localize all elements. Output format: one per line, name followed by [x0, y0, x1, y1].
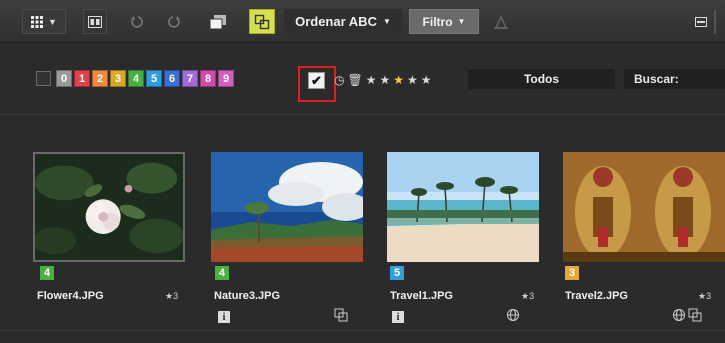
photo-beach	[387, 152, 539, 262]
marker-icon	[494, 14, 508, 29]
sync-button[interactable]	[249, 9, 275, 34]
star-5-icon[interactable]: ★	[421, 73, 432, 87]
label-filter-2[interactable]: 2	[92, 70, 108, 87]
sort-label: Ordenar ABC	[295, 14, 377, 29]
filename: Travel1.JPG	[390, 290, 453, 302]
filename: Travel2.JPG	[565, 290, 628, 302]
sort-dropdown[interactable]: Ordenar ABC ▼	[284, 9, 402, 34]
compare-icon	[88, 15, 102, 28]
star-4-icon[interactable]: ★	[407, 73, 418, 87]
trash-icon[interactable]: 🗑	[347, 73, 362, 87]
main-toolbar: ▼ Ordenar ABC ▼ Filtro ▼	[0, 0, 725, 43]
search-field[interactable]: Buscar:	[624, 69, 725, 89]
label-filter-1[interactable]: 1	[74, 70, 90, 87]
rotate-right-icon	[168, 15, 180, 28]
rotate-left-icon	[131, 15, 143, 28]
compare-button[interactable]	[83, 9, 107, 34]
label-filter-8[interactable]: 8	[200, 70, 216, 87]
color-label-badge: 5	[390, 266, 404, 280]
label-filter-3[interactable]: 3	[110, 70, 126, 87]
rating-value: ★3	[165, 291, 179, 301]
rotate-left-button[interactable]	[126, 9, 148, 34]
chevron-down-icon: ▼	[382, 17, 391, 26]
rotate-right-button[interactable]	[163, 9, 185, 34]
photo-temple	[563, 152, 725, 262]
panel-menu-button[interactable]	[690, 9, 712, 34]
menu-icon	[695, 16, 707, 27]
thumbnail-travel1[interactable]	[387, 152, 539, 262]
edited-icon[interactable]	[688, 308, 702, 322]
star-3-icon[interactable]: ★	[393, 73, 404, 87]
label-filter-9[interactable]: 9	[218, 70, 234, 87]
rating-value: ★3	[698, 291, 712, 301]
photo-flower	[35, 154, 183, 260]
thumbnail-travel2[interactable]	[563, 152, 725, 262]
edited-icon[interactable]	[334, 308, 348, 322]
category-selector[interactable]: Todos	[468, 69, 615, 89]
filename: Flower4.JPG	[37, 290, 104, 302]
grid-view-icon	[31, 15, 44, 28]
rating-filter-checkbox[interactable]: ✔	[308, 72, 325, 89]
divider	[0, 114, 725, 115]
color-label-badge: 4	[215, 266, 229, 280]
star-1-icon[interactable]: ★	[366, 73, 377, 87]
label-filter-6[interactable]: 6	[164, 70, 180, 87]
chevron-down-icon: ▼	[457, 17, 466, 26]
marker-button[interactable]	[488, 9, 514, 34]
filter-dropdown[interactable]: Filtro ▼	[409, 9, 479, 34]
globe-icon[interactable]	[672, 308, 686, 322]
divider	[0, 330, 725, 331]
filename: Nature3.JPG	[214, 290, 281, 302]
thumbnail-nature3[interactable]	[211, 152, 363, 262]
info-icon[interactable]: i	[392, 311, 404, 323]
chevron-down-icon: ▼	[48, 16, 57, 27]
label-filter-7[interactable]: 7	[182, 70, 198, 87]
stack-icon	[209, 14, 226, 29]
rating-value: ★3	[521, 291, 535, 301]
clock-icon[interactable]: ◷	[334, 73, 344, 87]
label-filter-4[interactable]: 4	[128, 70, 144, 87]
globe-icon[interactable]	[506, 308, 520, 322]
photo-nature	[211, 152, 363, 262]
thumbnail-flower4[interactable]	[33, 152, 185, 262]
info-icon[interactable]: i	[218, 311, 230, 323]
sync-icon	[254, 14, 270, 29]
select-all-checkbox[interactable]	[36, 71, 51, 86]
label-filter-5[interactable]: 5	[146, 70, 162, 87]
view-mode-button[interactable]: ▼	[22, 9, 66, 34]
stack-button[interactable]	[205, 9, 231, 34]
label-filter-group: 0123456789	[56, 70, 234, 87]
star-2-icon[interactable]: ★	[379, 73, 390, 87]
color-label-badge: 3	[565, 266, 579, 280]
filter-label: Filtro	[422, 14, 453, 29]
toolbar-divider	[714, 10, 716, 34]
label-filter-0[interactable]: 0	[56, 70, 72, 87]
color-label-badge: 4	[40, 266, 54, 280]
rating-filter-stars: ◷ 🗑 ★ ★ ★ ★ ★	[334, 70, 432, 90]
